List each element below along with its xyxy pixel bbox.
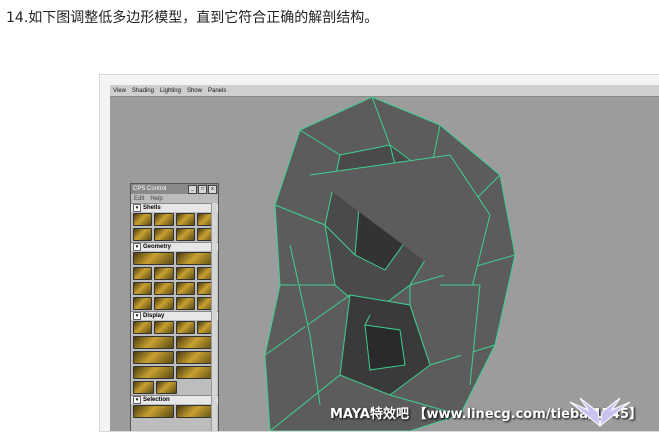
panel-scrollbar[interactable] [211, 203, 217, 431]
display-tool-button[interactable] [133, 351, 174, 364]
screenshot-frame: View Shading Lighting Show Panels CPS Co… [99, 74, 659, 432]
shell-tool-button[interactable] [133, 213, 153, 226]
geometry-tool-button[interactable] [154, 297, 174, 310]
section-geometry[interactable]: ▾ Geometry [131, 242, 218, 251]
section-label: Display [143, 313, 165, 319]
geometry-tool-button[interactable] [175, 297, 195, 310]
display-tool-button[interactable] [154, 321, 174, 334]
geometry-tool-button[interactable] [133, 297, 153, 310]
geometry-tool-button[interactable] [175, 267, 195, 280]
collapse-arrow-icon[interactable]: ▾ [133, 312, 141, 320]
panel-menubar: Edit Help [131, 194, 218, 203]
section-label: Selection [143, 397, 170, 403]
panel-menu-help[interactable]: Help [147, 196, 165, 202]
selection-tool-button[interactable] [175, 405, 216, 418]
geometry-tool-button[interactable] [133, 267, 153, 280]
collapse-arrow-icon[interactable]: ▾ [133, 204, 141, 212]
shell-tool-button[interactable] [133, 228, 153, 241]
section-selection[interactable]: ▾ Selection [131, 395, 218, 404]
cps-control-panel: CPS Control _ □ x Edit Help ▾ Shells ▾ G… [130, 183, 219, 431]
geometry-tool-button[interactable] [175, 282, 195, 295]
section-shells[interactable]: ▾ Shells [131, 203, 218, 212]
display-tool-button[interactable] [156, 381, 177, 394]
geometry-tool-button[interactable] [133, 282, 153, 295]
maximize-icon[interactable]: □ [198, 185, 207, 194]
shell-tool-button[interactable] [175, 228, 195, 241]
collapse-arrow-icon[interactable]: ▾ [133, 243, 141, 251]
display-tool-button[interactable] [133, 321, 153, 334]
geometry-tool-button[interactable] [154, 267, 174, 280]
display-tool-button[interactable] [175, 321, 195, 334]
display-tool-button[interactable] [133, 381, 154, 394]
collapse-arrow-icon[interactable]: ▾ [133, 396, 141, 404]
display-tool-button[interactable] [175, 336, 216, 349]
instruction-text: 14.如下图调整低多边形模型，直到它符合正确的解剖结构。 [6, 10, 379, 26]
selection-tool-button[interactable] [133, 405, 174, 418]
panel-titlebar[interactable]: CPS Control _ □ x [131, 184, 218, 194]
panel-menu-edit[interactable]: Edit [131, 196, 147, 202]
geometry-tool-button[interactable] [175, 252, 216, 265]
section-display[interactable]: ▾ Display [131, 311, 218, 320]
display-tool-button[interactable] [175, 351, 216, 364]
minimize-icon[interactable]: _ [188, 185, 197, 194]
section-label: Shells [143, 205, 161, 211]
shell-tool-button[interactable] [154, 213, 174, 226]
display-tool-button[interactable] [175, 366, 216, 379]
display-tool-button[interactable] [133, 336, 174, 349]
geometry-tool-button[interactable] [154, 282, 174, 295]
section-label: Geometry [143, 244, 172, 250]
panel-title: CPS Control [133, 186, 167, 192]
geometry-tool-button[interactable] [133, 252, 174, 265]
wing-logo-icon [569, 397, 631, 428]
maya-viewport[interactable]: View Shading Lighting Show Panels CPS Co… [110, 85, 659, 431]
display-tool-button[interactable] [133, 366, 174, 379]
shell-tool-button[interactable] [154, 228, 174, 241]
close-icon[interactable]: x [208, 185, 217, 194]
shell-tool-button[interactable] [175, 213, 195, 226]
